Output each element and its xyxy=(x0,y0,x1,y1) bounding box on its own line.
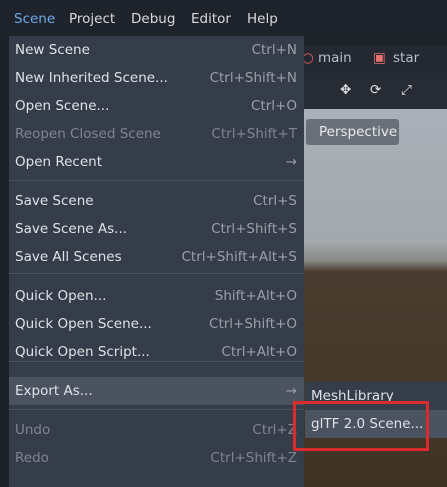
menu-item-redo: Redo Ctrl+Shift+Z xyxy=(9,444,304,472)
menu-separator xyxy=(9,361,304,362)
item-shortcut: Ctrl+O xyxy=(251,98,297,114)
item-label: Quick Open Script... xyxy=(15,344,150,360)
scene-menu: New Scene Ctrl+N New Inherited Scene... Ctr… xyxy=(9,36,304,487)
menu-item-open-recent[interactable]: Open Recent → xyxy=(9,148,304,176)
menu-separator xyxy=(9,180,304,181)
menu-item-export-as[interactable]: Export As... → xyxy=(9,377,304,405)
item-label: Quick Open... xyxy=(15,288,107,304)
item-shortcut: Ctrl+Shift+S xyxy=(211,221,297,237)
menu-scene[interactable]: Scene xyxy=(14,11,55,27)
item-label: Export As... xyxy=(15,383,93,399)
scale-icon[interactable]: ⤢ xyxy=(401,82,412,98)
item-label: Reopen Closed Scene xyxy=(15,126,161,142)
rotate-icon[interactable]: ⟳ xyxy=(370,82,381,98)
menu-item-save-scene[interactable]: Save Scene Ctrl+S xyxy=(9,187,304,215)
viewport-toolbar: ✥ ⟳ ⤢ xyxy=(300,73,447,109)
menu-separator xyxy=(9,273,304,274)
item-shortcut: Ctrl+S xyxy=(253,193,297,209)
item-shortcut: Ctrl+Z xyxy=(252,422,297,438)
menu-item-save-scene-as[interactable]: Save Scene As... Ctrl+Shift+S xyxy=(9,215,304,243)
item-shortcut: Ctrl+Shift+T xyxy=(211,126,297,142)
item-shortcut: Ctrl+Alt+O xyxy=(221,344,297,360)
menu-editor[interactable]: Editor xyxy=(191,11,231,27)
item-label: Save All Scenes xyxy=(15,249,122,265)
item-shortcut: Ctrl+Shift+N xyxy=(209,70,297,86)
item-shortcut: Shift+Alt+O xyxy=(214,288,297,304)
submenu-arrow-icon: → xyxy=(285,154,297,170)
tab-star[interactable]: star xyxy=(393,50,419,66)
menu-item-save-all-scenes[interactable]: Save All Scenes Ctrl+Shift+Alt+S xyxy=(9,243,304,271)
menu-debug[interactable]: Debug xyxy=(131,11,175,27)
menu-item-undo: Undo Ctrl+Z xyxy=(9,416,304,444)
menu-item-new-scene[interactable]: New Scene Ctrl+N xyxy=(9,36,304,64)
menu-item-new-inherited-scene[interactable]: New Inherited Scene... Ctrl+Shift+N xyxy=(9,64,304,92)
item-label: New Scene xyxy=(15,42,90,58)
item-label: Open Recent xyxy=(15,154,103,170)
highlight-box xyxy=(293,401,429,451)
tab-main[interactable]: main xyxy=(318,50,352,66)
item-label: Undo xyxy=(15,422,51,438)
item-label: Quick Open Scene... xyxy=(15,316,152,332)
menu-project[interactable]: Project xyxy=(69,11,115,27)
move-icon[interactable]: ✥ xyxy=(340,82,351,98)
item-label: Redo xyxy=(15,450,49,466)
item-shortcut: Ctrl+Shift+O xyxy=(209,316,297,332)
item-label: Save Scene As... xyxy=(15,221,128,237)
scene-tabs: ○ main ▣ star xyxy=(300,45,447,73)
menu-item-reopen-closed-scene: Reopen Closed Scene Ctrl+Shift+T xyxy=(9,120,304,148)
item-label: Save Scene xyxy=(15,193,94,209)
menu-item-quick-open-scene[interactable]: Quick Open Scene... Ctrl+Shift+O xyxy=(9,310,304,338)
menu-separator xyxy=(9,409,304,410)
node-icon: ▣ xyxy=(373,50,386,66)
menu-item-open-scene[interactable]: Open Scene... Ctrl+O xyxy=(9,92,304,120)
item-shortcut: Ctrl+Shift+Alt+S xyxy=(181,249,298,265)
item-shortcut: Ctrl+Shift+Z xyxy=(210,450,297,466)
menubar: Scene Project Debug Editor Help xyxy=(0,0,447,38)
item-label: Open Scene... xyxy=(15,98,110,114)
menu-item-quick-open[interactable]: Quick Open... Shift+Alt+O xyxy=(9,282,304,310)
perspective-button[interactable]: Perspective xyxy=(306,119,399,145)
item-label: New Inherited Scene... xyxy=(15,70,168,86)
item-shortcut: Ctrl+N xyxy=(251,42,297,58)
menu-help[interactable]: Help xyxy=(247,11,278,27)
